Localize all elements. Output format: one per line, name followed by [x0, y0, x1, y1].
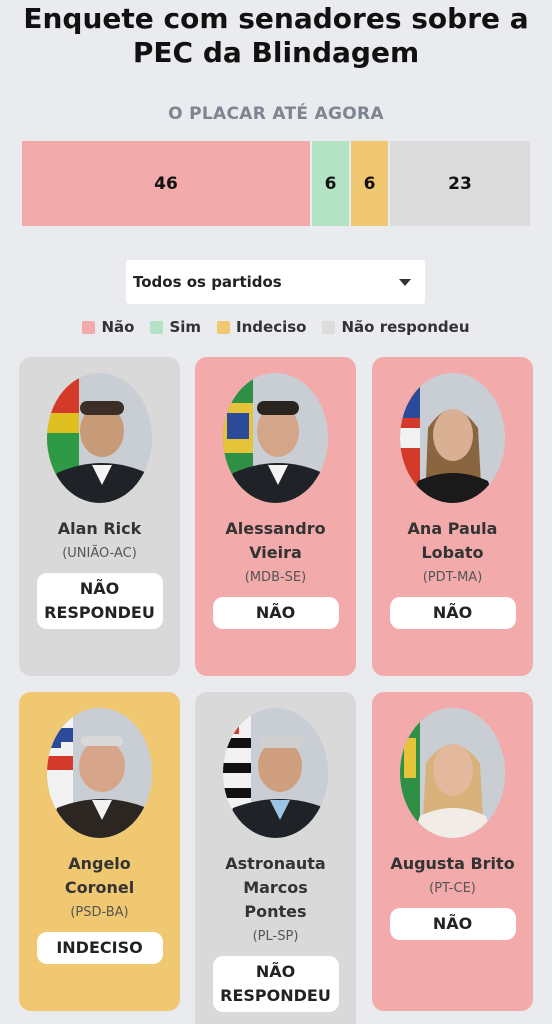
vote-status-badge: NÃO RESPONDEU	[36, 573, 163, 629]
senator-card[interactable]: Angelo Coronel (PSD-BA) INDECISO	[19, 692, 180, 1011]
score-nao: 46	[22, 141, 310, 226]
senator-photo	[223, 373, 328, 503]
senator-party: (PDT-MA)	[422, 570, 483, 585]
senator-card[interactable]: Alan Rick (UNIÃO-AC) NÃO RESPONDEU	[19, 357, 180, 676]
legend-label: Indeciso	[236, 318, 307, 336]
senator-name: Alessandro Vieira (MDB-SE) NÃO	[195, 517, 356, 629]
senator-party: (MDB-SE)	[244, 570, 307, 585]
score-nao-respondeu: 23	[390, 141, 530, 226]
vote-status-badge: NÃO	[212, 597, 339, 629]
legend-item-nao: Não	[82, 318, 134, 336]
senator-card[interactable]: Ana Paula Lobato (PDT-MA) NÃO	[372, 357, 533, 676]
senator-name: Alan Rick (UNIÃO-AC) NÃO RESPONDEU	[19, 517, 180, 629]
senator-name: Astronauta Marcos Pontes (PL-SP) NÃO RES…	[195, 852, 356, 1012]
legend-label: Sim	[169, 318, 202, 336]
legend-item-nao-respondeu: Não respondeu	[322, 318, 470, 336]
senator-name: Angelo Coronel (PSD-BA) INDECISO	[19, 852, 180, 964]
legend-item-indeciso: Indeciso	[217, 318, 306, 336]
page-title: Enquete com senadores sobre a PEC da Bli…	[23, 2, 529, 69]
senator-photo	[400, 373, 505, 503]
legend-item-sim: Sim	[150, 318, 201, 336]
senator-photo	[400, 708, 505, 838]
legend-label: Não	[101, 318, 135, 336]
senator-photo	[47, 708, 152, 838]
scoreboard-heading: O PLACAR ATÉ AGORA	[168, 104, 384, 124]
senator-photo	[223, 708, 328, 838]
senator-party: (PSD-BA)	[70, 905, 129, 920]
senator-party: (UNIÃO-AC)	[62, 546, 137, 561]
scoreboard-bar: 46 6 6 23	[22, 141, 530, 226]
vote-status-badge: INDECISO	[36, 932, 163, 964]
senator-name: Ana Paula Lobato (PDT-MA) NÃO	[372, 517, 533, 629]
senator-photo	[47, 373, 152, 503]
score-indeciso: 6	[351, 141, 388, 226]
senator-name: Augusta Brito (PT-CE) NÃO	[372, 852, 533, 940]
legend-swatch	[82, 320, 96, 334]
legend-label: Não respondeu	[341, 318, 470, 336]
party-filter-value: Todos os partidos	[133, 273, 282, 291]
vote-status-badge: NÃO	[389, 908, 516, 940]
senator-card[interactable]: Alessandro Vieira (MDB-SE) NÃO	[195, 357, 356, 676]
score-sim: 6	[312, 141, 349, 226]
party-filter-select[interactable]: Todos os partidos	[126, 260, 425, 304]
legend: Não Sim Indeciso Não respondeu	[0, 318, 552, 336]
senator-card[interactable]: Augusta Brito (PT-CE) NÃO	[372, 692, 533, 1011]
vote-status-badge: NÃO	[389, 597, 516, 629]
legend-swatch	[150, 320, 164, 334]
senator-card[interactable]: Astronauta Marcos Pontes (PL-SP) NÃO RES…	[195, 692, 356, 1024]
legend-swatch	[322, 320, 336, 334]
senator-party: (PT-CE)	[429, 881, 476, 896]
legend-swatch	[217, 320, 231, 334]
chevron-down-icon	[399, 278, 411, 286]
vote-status-badge: NÃO RESPONDEU	[212, 956, 339, 1012]
senator-party: (PL-SP)	[252, 929, 299, 944]
